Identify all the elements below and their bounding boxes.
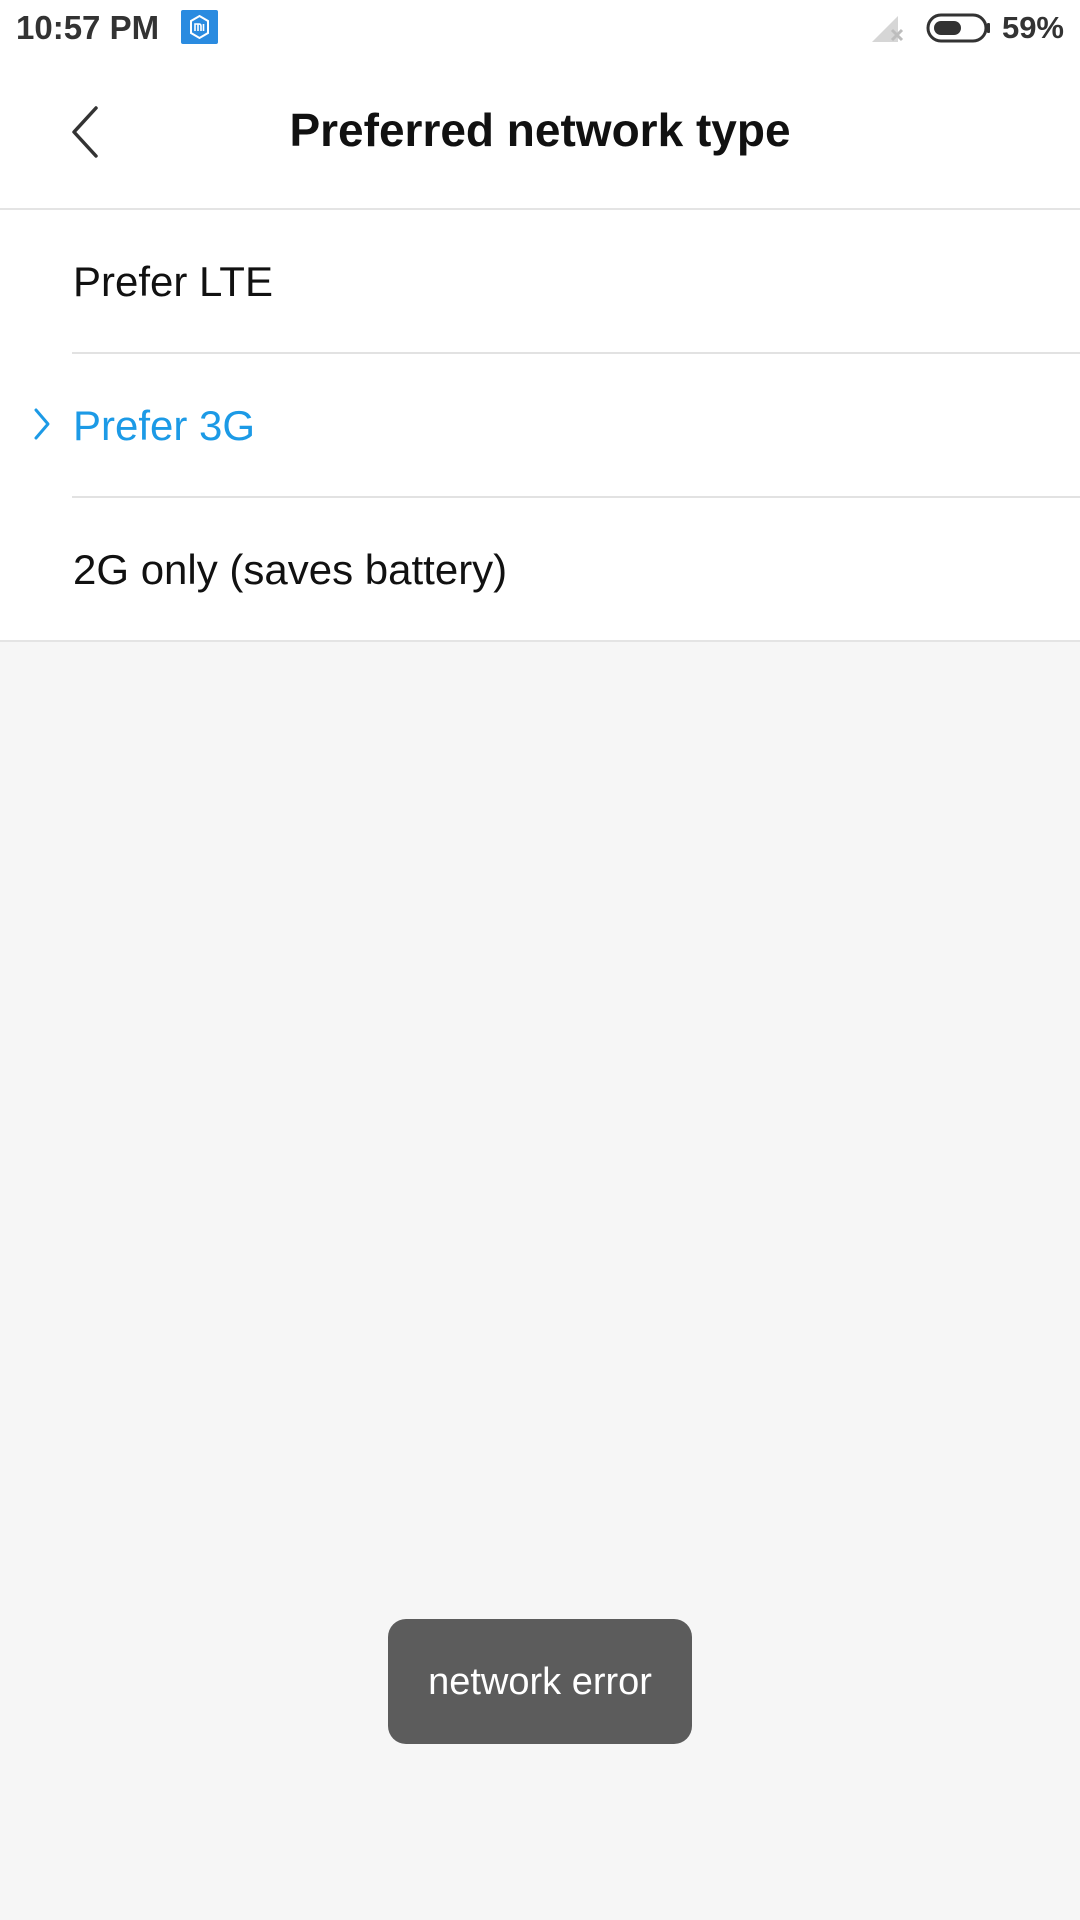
toast: network error (388, 1619, 692, 1744)
option-2g-only[interactable]: 2G only (saves battery) (72, 498, 1080, 640)
battery-percent: 59% (1001, 10, 1064, 45)
status-time: 10:57 PM (16, 9, 160, 46)
option-prefer-lte[interactable]: Prefer LTE (72, 210, 1080, 354)
battery-icon (926, 13, 992, 48)
status-bar: 10:57 PM 59% (0, 0, 1080, 56)
app-bar: Preferred network type (0, 56, 1080, 210)
toast-message: network error (428, 1660, 652, 1703)
option-prefer-3g[interactable]: Prefer 3G (34, 354, 1080, 498)
network-type-list: Prefer LTE Prefer 3G 2G only (saves batt… (0, 210, 1080, 642)
option-label: Prefer LTE (73, 258, 273, 305)
signal-no-service-icon (868, 10, 908, 51)
chevron-right-icon (30, 404, 54, 444)
option-label: Prefer 3G (73, 402, 256, 449)
mi-notification-icon (181, 10, 218, 44)
option-label: 2G only (saves battery) (73, 546, 508, 593)
page-title: Preferred network type (289, 104, 791, 156)
